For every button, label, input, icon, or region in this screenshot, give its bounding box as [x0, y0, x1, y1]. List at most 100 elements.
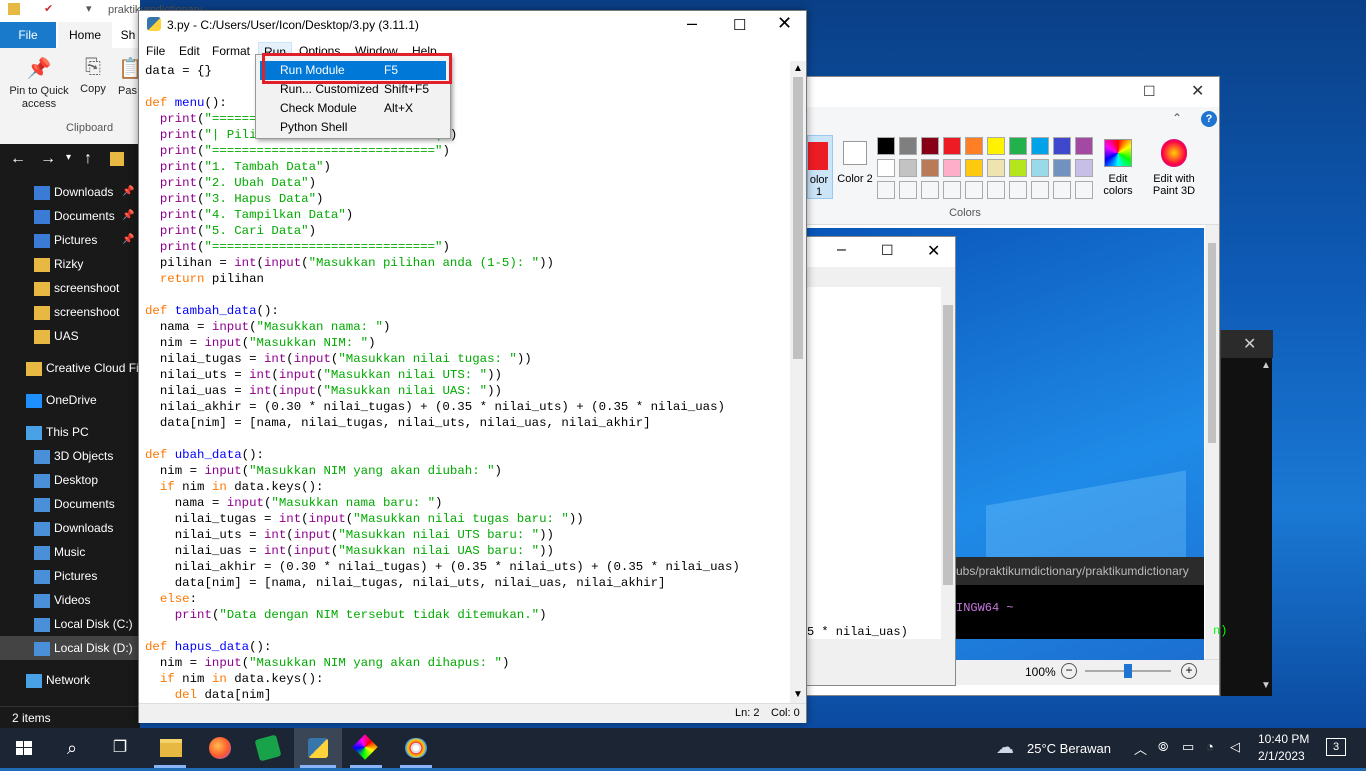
nav-item-quick-4[interactable]: screenshoot — [0, 276, 140, 300]
scroll-thumb[interactable] — [793, 77, 803, 359]
nav-item-pc-0[interactable]: 3D Objects — [0, 444, 140, 468]
paint3d-button[interactable]: Edit with Paint 3D — [1147, 139, 1201, 203]
maximize-icon[interactable]: ☐ — [881, 242, 894, 259]
editor-vscroll[interactable]: ▲ ▼ — [790, 61, 806, 703]
git-icon[interactable] — [342, 728, 390, 768]
nav-item-pc-7[interactable]: Local Disk (C:) — [0, 612, 140, 636]
python-shell-item[interactable]: Python Shell — [260, 118, 446, 137]
paste-button[interactable]: 📋 Pas — [118, 56, 140, 106]
start-button[interactable] — [0, 728, 48, 768]
python-idle-taskbar-icon[interactable] — [294, 728, 342, 768]
nav-item-pc-4[interactable]: Music — [0, 540, 140, 564]
up-icon[interactable]: ↑ — [84, 150, 92, 168]
palette-swatch[interactable] — [1031, 159, 1049, 177]
palette-swatch[interactable] — [921, 137, 939, 155]
maximize-icon[interactable]: ☐ — [1143, 83, 1156, 100]
nav-item-pc-2[interactable]: Documents — [0, 492, 140, 516]
palette-swatch[interactable] — [899, 181, 917, 199]
close-icon[interactable]: ✕ — [777, 13, 792, 34]
task-view-icon[interactable]: ❐ — [96, 728, 144, 768]
palette-swatch[interactable] — [987, 159, 1005, 177]
palette-swatch[interactable] — [1075, 181, 1093, 199]
paint-taskbar-icon[interactable] — [392, 728, 440, 768]
palette-swatch[interactable] — [1009, 159, 1027, 177]
minimize-icon[interactable]: – — [837, 241, 846, 259]
palette-swatch[interactable] — [943, 137, 961, 155]
nav-item-onedrive[interactable]: OneDrive — [0, 388, 140, 412]
chevron-down-icon[interactable]: ▾ — [86, 2, 92, 15]
maximize-icon[interactable]: ☐ — [733, 16, 746, 34]
menu-file[interactable]: File — [141, 42, 170, 60]
meet-icon[interactable]: ⦾ — [1158, 739, 1168, 755]
weather-widget[interactable]: 25°C Berawan — [1027, 741, 1111, 756]
nav-item-quick-2[interactable]: Pictures 📌 — [0, 228, 140, 252]
nav-item-quick-6[interactable]: UAS — [0, 324, 140, 348]
shell-hscroll[interactable] — [807, 639, 955, 657]
palette-swatch[interactable] — [1053, 137, 1071, 155]
palette-swatch[interactable] — [877, 181, 895, 199]
palette-swatch[interactable] — [1031, 181, 1049, 199]
palette-swatch[interactable] — [877, 137, 895, 155]
menu-edit[interactable]: Edit — [174, 42, 205, 60]
scroll-up-icon[interactable]: ▲ — [793, 63, 803, 74]
palette-swatch[interactable] — [965, 159, 983, 177]
shell-vscroll[interactable] — [941, 287, 955, 639]
edit-colors-button[interactable]: Edit colors — [1097, 139, 1139, 203]
file-explorer-taskbar-icon[interactable] — [146, 728, 194, 768]
scroll-up-icon[interactable]: ▲ — [1261, 360, 1271, 371]
close-icon[interactable]: ✕ — [1243, 334, 1256, 354]
palette-swatch[interactable] — [1053, 181, 1071, 199]
shell-text-area[interactable] — [807, 287, 941, 639]
copy-button[interactable]: ⎘ Copy — [76, 56, 110, 106]
zoom-in-icon[interactable]: + — [1181, 663, 1197, 679]
clock-time[interactable]: 10:40 PM — [1258, 732, 1309, 746]
palette-swatch[interactable] — [1075, 137, 1093, 155]
palette-swatch[interactable] — [943, 181, 961, 199]
tab-home[interactable]: Home — [58, 22, 112, 48]
code-editor[interactable]: data = {}def menu(): print("============… — [139, 61, 789, 703]
zoom-out-icon[interactable]: − — [1061, 663, 1077, 679]
clock-date[interactable]: 2/1/2023 — [1258, 749, 1305, 763]
wifi-icon[interactable]: ◔ — [1206, 739, 1214, 754]
palette-swatch[interactable] — [943, 159, 961, 177]
nav-item-pc-8[interactable]: Local Disk (D:) — [0, 636, 140, 660]
menu-format[interactable]: Format — [207, 42, 255, 60]
recent-chevron-icon[interactable]: ▾ — [66, 152, 71, 163]
palette-swatch[interactable] — [987, 137, 1005, 155]
firefox-icon[interactable] — [196, 728, 244, 768]
nav-item-creative-cloud[interactable]: Creative Cloud Fil — [0, 356, 140, 380]
back-icon[interactable]: ← — [10, 150, 26, 168]
palette-swatch[interactable] — [1053, 159, 1071, 177]
notification-icon[interactable]: 3 — [1326, 738, 1346, 756]
palette-swatch[interactable] — [1031, 137, 1049, 155]
palette-swatch[interactable] — [1009, 181, 1027, 199]
nav-item-quick-3[interactable]: Rizky — [0, 252, 140, 276]
close-icon[interactable]: ✕ — [1191, 81, 1204, 101]
color2-button[interactable]: Color 2 — [837, 135, 873, 199]
minimize-icon[interactable]: – — [687, 13, 697, 34]
help-icon[interactable]: ? — [1201, 111, 1217, 127]
scroll-down-icon[interactable]: ▼ — [793, 689, 803, 700]
app-pen-icon[interactable] — [244, 728, 292, 768]
palette-swatch[interactable] — [877, 159, 895, 177]
palette-swatch[interactable] — [899, 159, 917, 177]
pin-quick-access-button[interactable]: 📌 Pin to Quick access — [4, 56, 74, 122]
forward-icon[interactable]: → — [40, 150, 56, 168]
tab-share[interactable]: Sh — [116, 22, 140, 48]
nav-item-quick-1[interactable]: Documents 📌 — [0, 204, 140, 228]
palette-swatch[interactable] — [987, 181, 1005, 199]
color1-button[interactable]: olor 1 — [807, 135, 833, 199]
volume-icon[interactable]: ◁ — [1230, 739, 1240, 755]
battery-icon[interactable]: ▭ — [1182, 739, 1194, 755]
search-icon[interactable]: ⌕ — [48, 728, 96, 768]
nav-item-quick-0[interactable]: Downloads 📌 — [0, 180, 140, 204]
palette-swatch[interactable] — [921, 181, 939, 199]
nav-item-pc-6[interactable]: Videos — [0, 588, 140, 612]
check-module-item[interactable]: Check Module Alt+X — [260, 99, 446, 118]
palette-swatch[interactable] — [1075, 159, 1093, 177]
zoom-slider-thumb[interactable] — [1124, 664, 1132, 678]
nav-item-pc-5[interactable]: Pictures — [0, 564, 140, 588]
palette-swatch[interactable] — [1009, 137, 1027, 155]
palette-swatch[interactable] — [965, 181, 983, 199]
nav-item-pc-1[interactable]: Desktop — [0, 468, 140, 492]
